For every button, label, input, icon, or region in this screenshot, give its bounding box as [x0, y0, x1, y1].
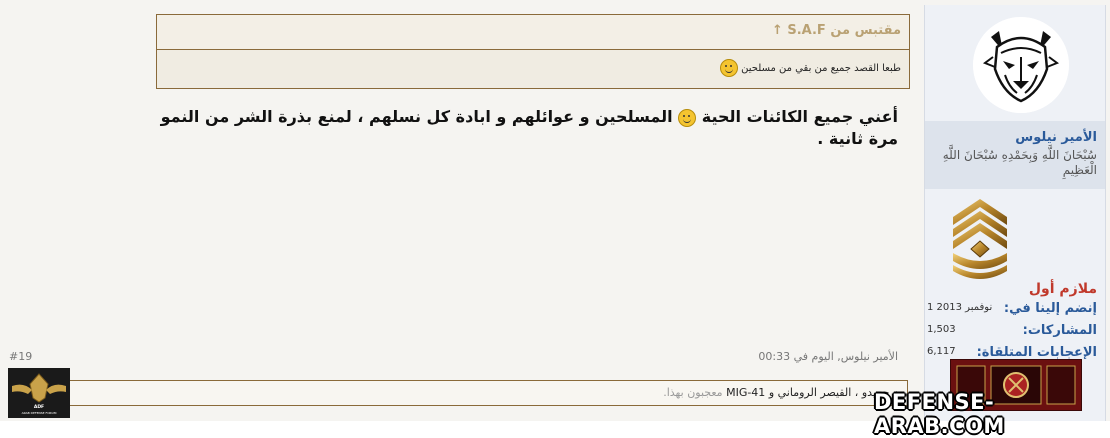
smile-icon	[719, 59, 738, 77]
likes-separator: ،	[854, 386, 859, 399]
quote-attribution[interactable]: مقتبس من S.A.F ↑	[772, 23, 901, 38]
stat-value[interactable]: 1,503	[927, 324, 956, 335]
quote-block: مقتبس من S.A.F ↑ طبعا القصد جميع من بقي …	[156, 14, 910, 89]
like-user-2[interactable]: القيصر الروماني	[778, 386, 852, 399]
rank-chevrons-icon	[953, 199, 1007, 279]
quote-body: طبعا القصد جميع من بقي من مسلحين	[719, 59, 901, 77]
smile-icon	[678, 108, 697, 127]
stat-label: إنضم إلينا في:	[1003, 301, 1097, 316]
user-rank: ملازم أول	[1028, 281, 1097, 297]
user-title: سُبْحَانَ اللَّهِ وَبِحَمْدِهِ سُبْحَانَ…	[942, 148, 1097, 177]
username[interactable]: الأمير نيلوس	[1015, 130, 1097, 145]
stat-value: 6,117	[927, 346, 956, 357]
quote-text: طبعا القصد جميع من بقي من مسلحين	[741, 63, 901, 74]
post: مقتبس من S.A.F ↑ طبعا القصد جميع من بقي …	[0, 0, 1110, 438]
stat-value: 1 نوفمبر 2013	[927, 302, 993, 313]
likes-suffix: معجبون بهذا.	[663, 386, 723, 399]
likes-text: ن حميدو ، القيصر الروماني و MIG-41 معجبو…	[663, 386, 901, 399]
watermark: DEFENSE-ARAB.COM	[874, 390, 1005, 438]
svg-text:ARAB DEFENSE FORUM: ARAB DEFENSE FORUM	[22, 411, 57, 415]
wolf-avatar[interactable]	[973, 17, 1069, 113]
stat-label: المشاركات:	[1022, 323, 1097, 338]
stat-joined: إنضم إلينا في: 1 نوفمبر 2013	[927, 301, 1097, 321]
user-sidebar: الأمير نيلوس سُبْحَانَ اللَّهِ وَبِحَمْد…	[924, 5, 1106, 421]
user-info: الأمير نيلوس سُبْحَانَ اللَّهِ وَبِحَمْد…	[925, 121, 1105, 189]
forum-logo: ADF ARAB DEFENSE FORUM	[8, 368, 70, 418]
like-user-3[interactable]: MIG-41	[726, 386, 765, 399]
svg-text:ADF: ADF	[34, 404, 44, 410]
likes-bar: ن حميدو ، القيصر الروماني و MIG-41 معجبو…	[8, 380, 908, 406]
avatar-box	[925, 5, 1105, 121]
post-message: أعني جميع الكائنات الحية المسلحين و عوائ…	[138, 106, 898, 150]
message-part1: أعني جميع الكائنات الحية	[701, 107, 898, 126]
post-meta[interactable]: الأمير نيلوس, اليوم في 00:33	[758, 350, 898, 363]
likes-separator: و	[768, 386, 775, 399]
stat-label: الإعجابات المتلقاة:	[976, 345, 1097, 360]
quote-header[interactable]: مقتبس من S.A.F ↑	[157, 15, 909, 50]
post-number[interactable]: #19	[9, 350, 32, 363]
stat-posts: المشاركات: 1,503	[927, 323, 1097, 343]
